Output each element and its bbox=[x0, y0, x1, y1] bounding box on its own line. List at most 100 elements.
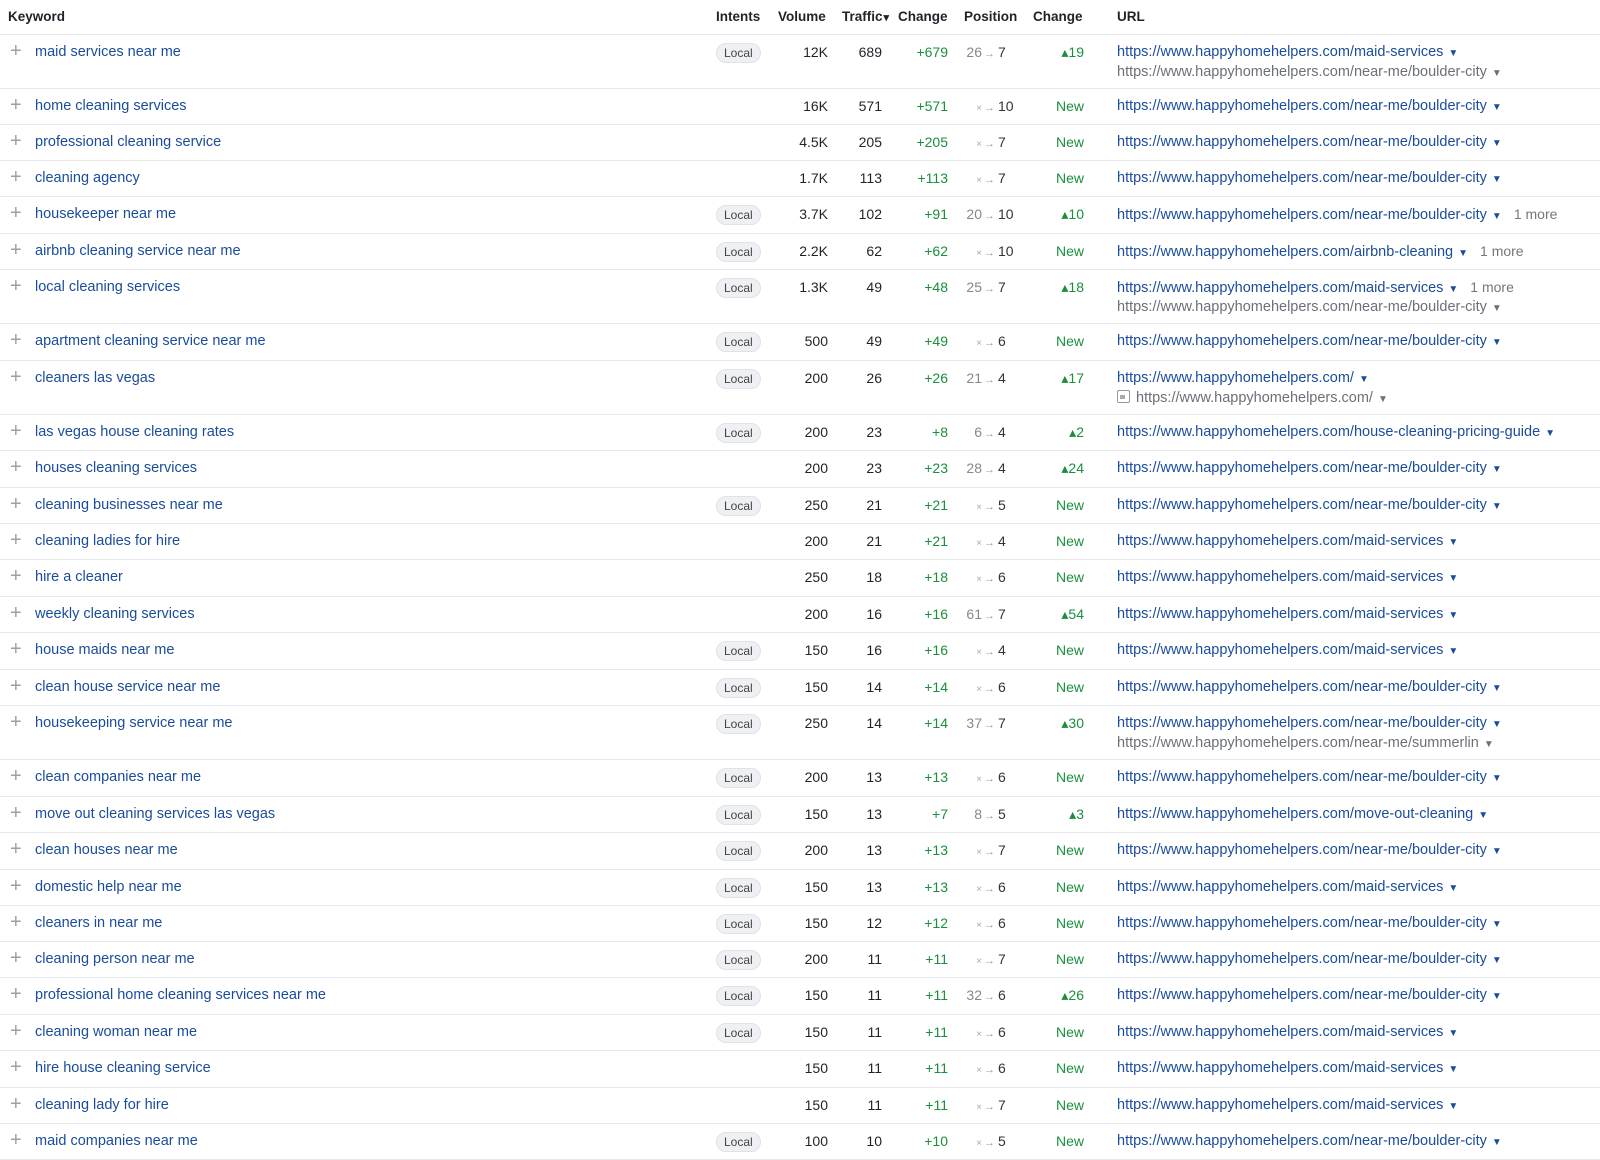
url-link[interactable]: https://www.happyhomehelpers.com/near-me… bbox=[1117, 987, 1502, 1003]
col-position[interactable]: Position bbox=[964, 9, 1017, 24]
caret-down-icon[interactable]: ▼ bbox=[1448, 573, 1458, 584]
col-url[interactable]: URL bbox=[1117, 9, 1145, 24]
url-link[interactable]: https://www.happyhomehelpers.com/ ▼ bbox=[1117, 370, 1369, 386]
caret-down-icon[interactable]: ▼ bbox=[1492, 102, 1502, 113]
caret-down-icon[interactable]: ▼ bbox=[1492, 919, 1502, 930]
caret-down-icon[interactable]: ▼ bbox=[1448, 1064, 1458, 1075]
url-link[interactable]: https://www.happyhomehelpers.com/near-me… bbox=[1117, 715, 1502, 731]
url-link[interactable]: https://www.happyhomehelpers.com/maid-se… bbox=[1117, 1060, 1458, 1076]
expand-row-plus-icon[interactable]: + bbox=[10, 948, 22, 968]
keyword-link[interactable]: apartment cleaning service near me bbox=[35, 333, 266, 349]
expand-row-plus-icon[interactable]: + bbox=[10, 494, 22, 514]
caret-down-icon[interactable]: ▼ bbox=[1492, 1137, 1502, 1148]
caret-down-icon[interactable]: ▼ bbox=[1448, 883, 1458, 894]
url-link[interactable]: https://www.happyhomehelpers.com/maid-se… bbox=[1117, 1024, 1458, 1040]
caret-down-icon[interactable]: ▼ bbox=[1448, 284, 1458, 295]
expand-row-plus-icon[interactable]: + bbox=[10, 240, 22, 260]
url-link[interactable]: https://www.happyhomehelpers.com/maid-se… bbox=[1117, 1097, 1458, 1113]
expand-row-plus-icon[interactable]: + bbox=[10, 1130, 22, 1150]
expand-row-plus-icon[interactable]: + bbox=[10, 167, 22, 187]
expand-row-plus-icon[interactable]: + bbox=[10, 839, 22, 859]
caret-down-icon[interactable]: ▼ bbox=[1492, 719, 1502, 730]
col-traffic[interactable]: Traffic▾ bbox=[842, 9, 889, 24]
expand-row-plus-icon[interactable]: + bbox=[10, 712, 22, 732]
more-urls-link[interactable]: 1 more bbox=[1514, 206, 1558, 222]
keyword-link[interactable]: clean house service near me bbox=[35, 679, 220, 695]
caret-down-icon[interactable]: ▼ bbox=[1448, 1101, 1458, 1112]
keyword-link[interactable]: cleaning woman near me bbox=[35, 1024, 197, 1040]
caret-down-icon[interactable]: ▼ bbox=[1484, 739, 1494, 750]
secondary-url-link[interactable]: https://www.happyhomehelpers.com/ ▼ bbox=[1117, 390, 1388, 406]
caret-down-icon[interactable]: ▼ bbox=[1378, 394, 1388, 405]
keyword-link[interactable]: home cleaning services bbox=[35, 98, 187, 114]
caret-down-icon[interactable]: ▼ bbox=[1359, 374, 1369, 385]
expand-row-plus-icon[interactable]: + bbox=[10, 566, 22, 586]
keyword-link[interactable]: professional cleaning service bbox=[35, 134, 221, 150]
caret-down-icon[interactable]: ▼ bbox=[1448, 646, 1458, 657]
url-link[interactable]: https://www.happyhomehelpers.com/near-me… bbox=[1117, 769, 1502, 785]
url-link[interactable]: https://www.happyhomehelpers.com/maid-se… bbox=[1117, 879, 1458, 895]
keyword-link[interactable]: clean houses near me bbox=[35, 842, 178, 858]
caret-down-icon[interactable]: ▼ bbox=[1448, 48, 1458, 59]
expand-row-plus-icon[interactable]: + bbox=[10, 639, 22, 659]
expand-row-plus-icon[interactable]: + bbox=[10, 876, 22, 896]
keyword-link[interactable]: cleaners las vegas bbox=[35, 370, 155, 386]
keyword-link[interactable]: weekly cleaning services bbox=[35, 606, 195, 622]
expand-row-plus-icon[interactable]: + bbox=[10, 676, 22, 696]
expand-row-plus-icon[interactable]: + bbox=[10, 457, 22, 477]
keyword-link[interactable]: las vegas house cleaning rates bbox=[35, 424, 234, 440]
caret-down-icon[interactable]: ▼ bbox=[1492, 464, 1502, 475]
keyword-link[interactable]: professional home cleaning services near… bbox=[35, 987, 326, 1003]
url-link[interactable]: https://www.happyhomehelpers.com/near-me… bbox=[1117, 497, 1502, 513]
secondary-url-link[interactable]: https://www.happyhomehelpers.com/near-me… bbox=[1117, 64, 1502, 80]
caret-down-icon[interactable]: ▼ bbox=[1492, 846, 1502, 857]
url-link[interactable]: https://www.happyhomehelpers.com/near-me… bbox=[1117, 333, 1502, 349]
more-urls-link[interactable]: 1 more bbox=[1480, 243, 1524, 259]
url-link[interactable]: https://www.happyhomehelpers.com/house-c… bbox=[1117, 424, 1555, 440]
more-urls-link[interactable]: 1 more bbox=[1470, 279, 1514, 295]
expand-row-plus-icon[interactable]: + bbox=[10, 603, 22, 623]
caret-down-icon[interactable]: ▼ bbox=[1492, 211, 1502, 222]
url-link[interactable]: https://www.happyhomehelpers.com/maid-se… bbox=[1117, 279, 1514, 296]
keyword-link[interactable]: cleaning person near me bbox=[35, 951, 195, 967]
caret-down-icon[interactable]: ▼ bbox=[1478, 810, 1488, 821]
url-link[interactable]: https://www.happyhomehelpers.com/near-me… bbox=[1117, 951, 1502, 967]
url-link[interactable]: https://www.happyhomehelpers.com/maid-se… bbox=[1117, 642, 1458, 658]
url-link[interactable]: https://www.happyhomehelpers.com/near-me… bbox=[1117, 915, 1502, 931]
url-link[interactable]: https://www.happyhomehelpers.com/near-me… bbox=[1117, 134, 1502, 150]
url-link[interactable]: https://www.happyhomehelpers.com/near-me… bbox=[1117, 460, 1502, 476]
keyword-link[interactable]: local cleaning services bbox=[35, 279, 180, 295]
keyword-link[interactable]: airbnb cleaning service near me bbox=[35, 243, 241, 259]
expand-row-plus-icon[interactable]: + bbox=[10, 203, 22, 223]
keyword-link[interactable]: housekeeper near me bbox=[35, 206, 176, 222]
caret-down-icon[interactable]: ▼ bbox=[1492, 773, 1502, 784]
caret-down-icon[interactable]: ▼ bbox=[1492, 501, 1502, 512]
keyword-link[interactable]: cleaning lady for hire bbox=[35, 1097, 169, 1113]
keyword-link[interactable]: hire a cleaner bbox=[35, 569, 123, 585]
keyword-link[interactable]: cleaning businesses near me bbox=[35, 497, 223, 513]
expand-row-plus-icon[interactable]: + bbox=[10, 276, 22, 296]
secondary-url-link[interactable]: https://www.happyhomehelpers.com/near-me… bbox=[1117, 299, 1502, 315]
caret-down-icon[interactable]: ▼ bbox=[1448, 537, 1458, 548]
keyword-link[interactable]: houses cleaning services bbox=[35, 460, 197, 476]
url-link[interactable]: https://www.happyhomehelpers.com/near-me… bbox=[1117, 206, 1557, 223]
expand-row-plus-icon[interactable]: + bbox=[10, 530, 22, 550]
expand-row-plus-icon[interactable]: + bbox=[10, 41, 22, 61]
url-link[interactable]: https://www.happyhomehelpers.com/near-me… bbox=[1117, 170, 1502, 186]
caret-down-icon[interactable]: ▼ bbox=[1492, 303, 1502, 314]
secondary-url-link[interactable]: https://www.happyhomehelpers.com/near-me… bbox=[1117, 735, 1494, 751]
expand-row-plus-icon[interactable]: + bbox=[10, 1094, 22, 1114]
col-volume[interactable]: Volume bbox=[778, 9, 826, 24]
keyword-link[interactable]: maid companies near me bbox=[35, 1133, 198, 1149]
caret-down-icon[interactable]: ▼ bbox=[1492, 955, 1502, 966]
url-link[interactable]: https://www.happyhomehelpers.com/near-me… bbox=[1117, 98, 1502, 114]
caret-down-icon[interactable]: ▼ bbox=[1492, 991, 1502, 1002]
expand-row-plus-icon[interactable]: + bbox=[10, 803, 22, 823]
url-link[interactable]: https://www.happyhomehelpers.com/maid-se… bbox=[1117, 44, 1458, 60]
url-link[interactable]: https://www.happyhomehelpers.com/maid-se… bbox=[1117, 533, 1458, 549]
keyword-link[interactable]: cleaning agency bbox=[35, 170, 140, 186]
col-position-change[interactable]: Change bbox=[1033, 9, 1083, 24]
col-intents[interactable]: Intents bbox=[716, 9, 760, 24]
caret-down-icon[interactable]: ▼ bbox=[1458, 248, 1468, 259]
caret-down-icon[interactable]: ▼ bbox=[1448, 1028, 1458, 1039]
